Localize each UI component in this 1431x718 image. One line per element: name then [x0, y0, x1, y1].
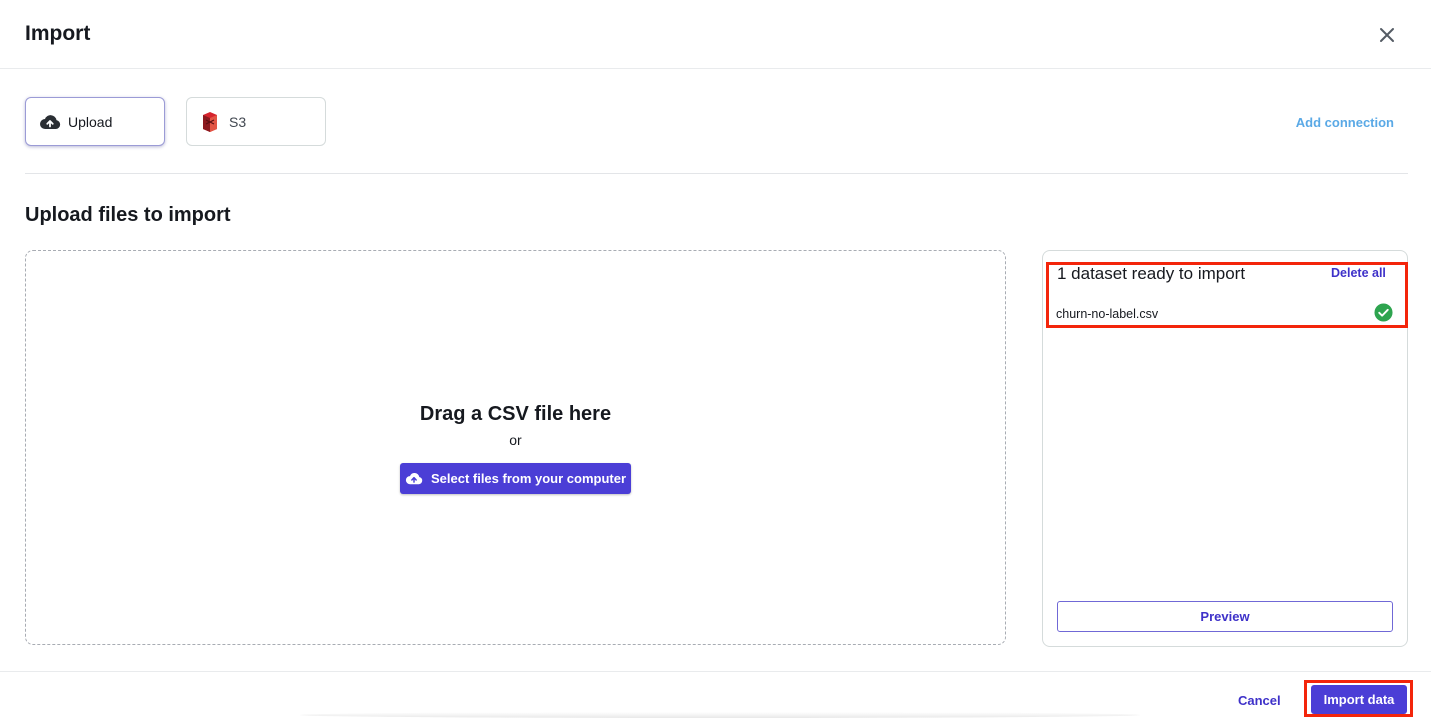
cancel-button[interactable]: Cancel — [1238, 693, 1281, 708]
ready-title: 1 dataset ready to import — [1057, 264, 1246, 283]
s3-bucket-icon — [200, 111, 222, 132]
dataset-file-name: churn-no-label.csv — [1056, 307, 1159, 321]
close-icon — [1380, 28, 1394, 42]
section-divider — [25, 173, 1408, 174]
dialog-footer — [0, 671, 1431, 718]
delete-all-button[interactable]: Delete all — [1331, 266, 1386, 280]
select-files-button[interactable]: Select files from your computer — [400, 463, 631, 494]
import-dialog: Import Upload S3 Add connection Upload f… — [0, 0, 1431, 718]
drop-title: Drag a CSV file here — [419, 403, 612, 425]
check-circle-icon — [1374, 303, 1393, 322]
tab-upload-label: Upload — [68, 113, 113, 130]
tab-s3[interactable]: S3 — [186, 97, 326, 146]
tab-upload[interactable]: Upload — [25, 97, 165, 146]
add-connection-link[interactable]: Add connection — [1296, 115, 1394, 130]
cloud-upload-icon — [405, 472, 423, 485]
upload-section-title: Upload files to import — [25, 204, 231, 226]
preview-button[interactable]: Preview — [1057, 601, 1393, 632]
footer-shadow — [300, 712, 1140, 718]
drop-or-text: or — [509, 432, 522, 448]
tab-s3-label: S3 — [229, 113, 247, 130]
file-dropzone[interactable]: Drag a CSV file here or Select files fro… — [25, 250, 1006, 645]
cloud-upload-icon — [39, 112, 61, 132]
close-button[interactable] — [1374, 22, 1400, 48]
dialog-title: Import — [25, 22, 91, 45]
dialog-header: Import — [0, 0, 1431, 69]
select-files-label: Select files from your computer — [430, 471, 627, 486]
import-data-button[interactable]: Import data — [1311, 685, 1407, 714]
